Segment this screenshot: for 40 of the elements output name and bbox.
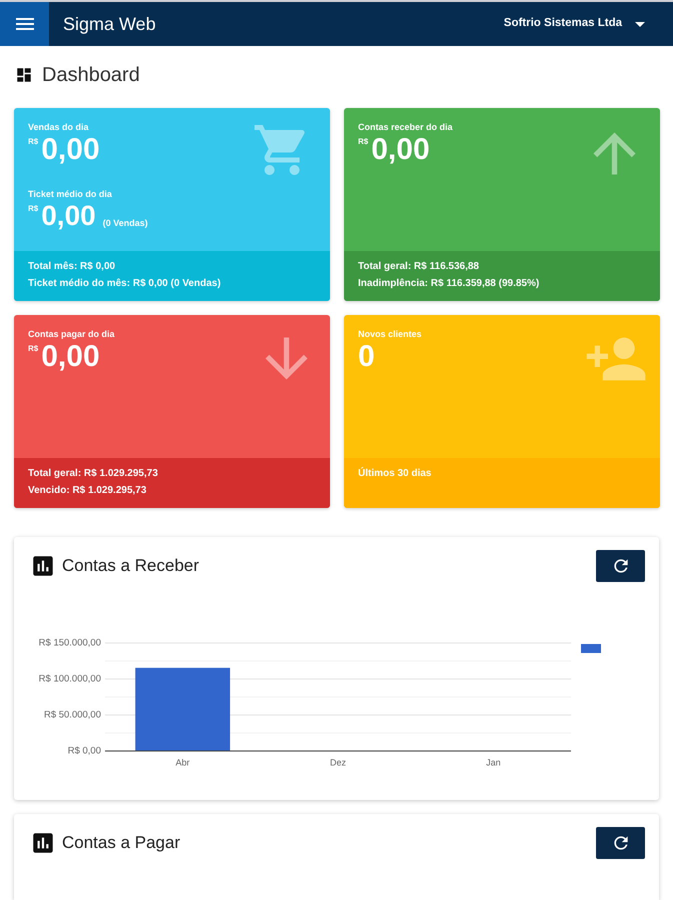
card-title: Contas a Pagar (62, 832, 180, 854)
app-title: Sigma Web (63, 12, 156, 36)
metric-label: Contas receber do dia (358, 121, 453, 133)
card-title: Contas a Receber (62, 555, 200, 577)
company-dropdown[interactable]: Softrio Sistemas Ltda (504, 15, 645, 33)
refresh-button[interactable] (596, 827, 645, 859)
currency-symbol: R$ (28, 204, 38, 214)
legend-swatch (581, 644, 601, 653)
metric-value: 0,00 (371, 135, 430, 165)
metric-note: (0 Vendas) (102, 217, 148, 229)
caret-icon (635, 22, 645, 26)
metric-label: Contas pagar do dia (28, 328, 115, 340)
metric-label: Ticket médio do dia (28, 188, 113, 200)
y-axis-label: R$ 50.000,00 (44, 710, 101, 721)
y-axis-label: R$ 0,00 (68, 746, 101, 757)
footer-text: Ticket médio do mês: R$ 0,00 (0 Vendas) (28, 277, 222, 291)
footer-text: Vencido: R$ 1.029.295,73 (28, 484, 148, 498)
footer-text: Total geral: R$ 116.536,88 (358, 260, 480, 274)
metric-label: Vendas do dia (28, 121, 90, 133)
footer-text: Total mês: R$ 0,00 (28, 260, 116, 274)
currency-symbol: R$ (358, 137, 368, 147)
metric-value: 0 (358, 342, 375, 372)
menu-button[interactable] (0, 2, 49, 46)
metric-value: 0,00 (41, 342, 100, 372)
page-title: Dashboard (42, 63, 140, 88)
y-axis-label: R$ 100.000,00 (38, 674, 101, 685)
x-axis-label: Jan (486, 757, 501, 768)
currency-symbol: R$ (28, 344, 38, 354)
dashboard-icon (15, 66, 33, 84)
metric-label: Novos clientes (358, 328, 422, 340)
x-axis-label: Dez (330, 757, 346, 768)
footer-text: Inadimplência: R$ 116.359,88 (99.85%) (358, 277, 540, 291)
metric-value: 0,00 (41, 202, 96, 230)
footer-text: Últimos 30 dias (358, 466, 432, 481)
refresh-button[interactable] (596, 550, 645, 582)
y-axis-label: R$ 150.000,00 (38, 638, 101, 649)
x-axis-label: Abr (176, 757, 190, 768)
currency-symbol: R$ (28, 137, 38, 147)
footer-text: Total geral: R$ 1.029.295,73 (28, 467, 159, 481)
metric-value: 0,00 (41, 135, 100, 165)
